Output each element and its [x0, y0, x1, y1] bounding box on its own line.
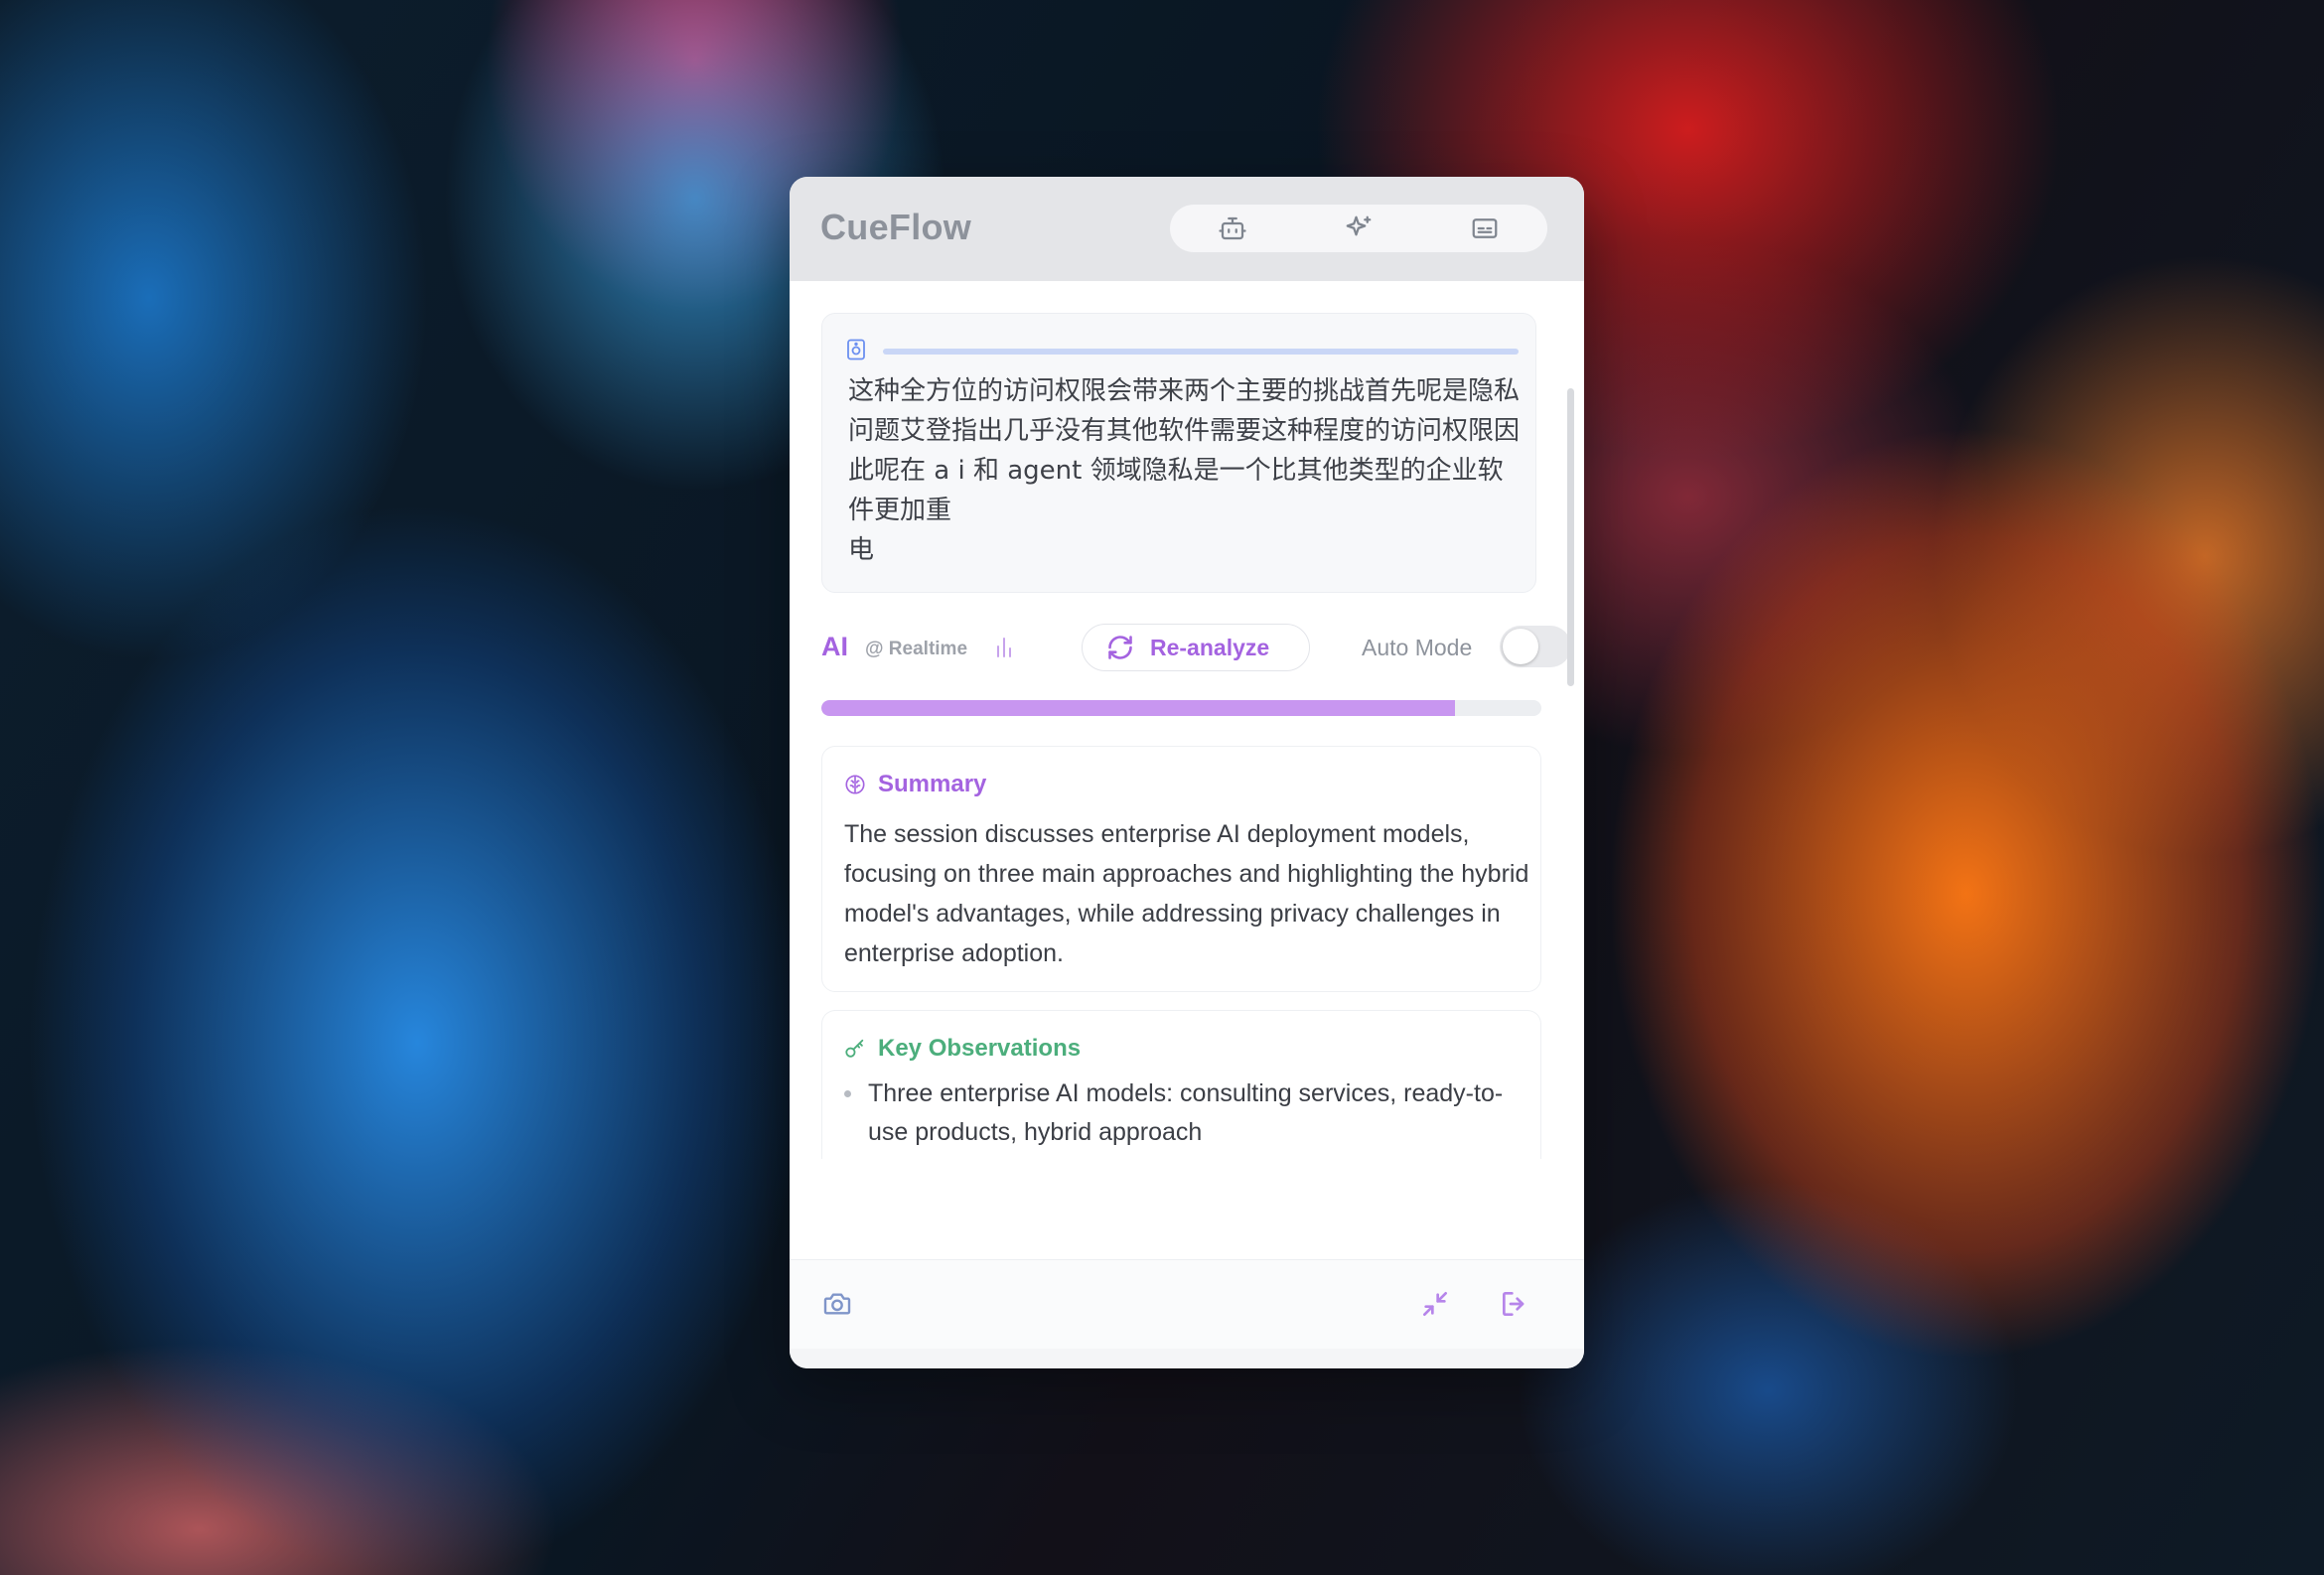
observations-title: Key Observations: [878, 1035, 1082, 1062]
ai-toolbar: AI @ Realtime Re-analyze Auto Mode: [821, 624, 1571, 673]
auto-mode-toggle[interactable]: [1500, 626, 1571, 667]
reanalyze-label: Re-analyze: [1150, 634, 1270, 660]
brain-icon: [845, 775, 865, 794]
observation-item: Three enterprise AI models: consulting s…: [844, 1074, 1529, 1152]
chat-area: [790, 1349, 1584, 1368]
auto-mode-label: Auto Mode: [1362, 635, 1473, 660]
refresh-icon: [1108, 636, 1132, 659]
header-tab-group: [1170, 205, 1547, 252]
ai-label: AI: [821, 632, 848, 661]
transcript-text: 这种全方位的访问权限会带来两个主要的挑战首先呢是隐私问题艾登指出几乎没有其他软件…: [848, 376, 1521, 565]
app-title: CueFlow: [820, 207, 972, 247]
subtitles-tab-button[interactable]: [1455, 207, 1515, 250]
sparkle-tab-button[interactable]: [1329, 207, 1388, 250]
analysis-progress-bar: [821, 700, 1541, 716]
camera-icon: [823, 1293, 851, 1315]
robot-icon: [1219, 216, 1246, 240]
transcript-progress-line: [883, 349, 1519, 355]
realtime-mode-label[interactable]: @ Realtime: [865, 639, 967, 660]
subtitles-icon: [1472, 218, 1498, 238]
minimize-arrows-icon: [1423, 1292, 1447, 1316]
summary-title: Summary: [878, 771, 987, 797]
screenshot-button[interactable]: [821, 1288, 853, 1325]
cueflow-window: CueFlow 这种全方位的访问权限会带来两个主要的挑战首先呢是隐私问题艾登指出…: [790, 177, 1584, 1368]
robot-tab-button[interactable]: [1203, 207, 1262, 250]
toggle-knob: [1503, 629, 1538, 664]
summary-card: Summary The session discusses enterprise…: [821, 746, 1541, 992]
sparkle-icon: [1346, 215, 1372, 236]
bar-chart-icon[interactable]: [994, 635, 1014, 658]
title-bar[interactable]: CueFlow: [790, 177, 1584, 281]
key-observations-card: Key Observations Three enterprise AI mod…: [821, 1010, 1541, 1159]
summary-text: The session discusses enterprise AI depl…: [844, 820, 1529, 967]
minimize-button[interactable]: [1419, 1288, 1451, 1325]
observations-header: Key Observations: [844, 1035, 1081, 1063]
key-icon: [845, 1039, 864, 1058]
audio-file-icon: [847, 339, 865, 360]
analysis-progress-fill: [821, 700, 1455, 716]
panel-content[interactable]: 这种全方位的访问权限会带来两个主要的挑战首先呢是隐私问题艾登指出几乎没有其他软件…: [790, 281, 1584, 1368]
bottom-toolbar: [790, 1259, 1584, 1349]
content-scrollbar[interactable]: [1567, 388, 1574, 686]
reanalyze-button[interactable]: Re-analyze: [1082, 624, 1310, 671]
transcript-card: 这种全方位的访问权限会带来两个主要的挑战首先呢是隐私问题艾登指出几乎没有其他软件…: [821, 313, 1536, 593]
observation-text: Three enterprise AI models: consulting s…: [868, 1079, 1504, 1146]
exit-button[interactable]: [1499, 1288, 1530, 1325]
summary-header: Summary: [844, 771, 986, 798]
bullet-dot: [844, 1090, 851, 1097]
logout-icon: [1503, 1292, 1525, 1316]
